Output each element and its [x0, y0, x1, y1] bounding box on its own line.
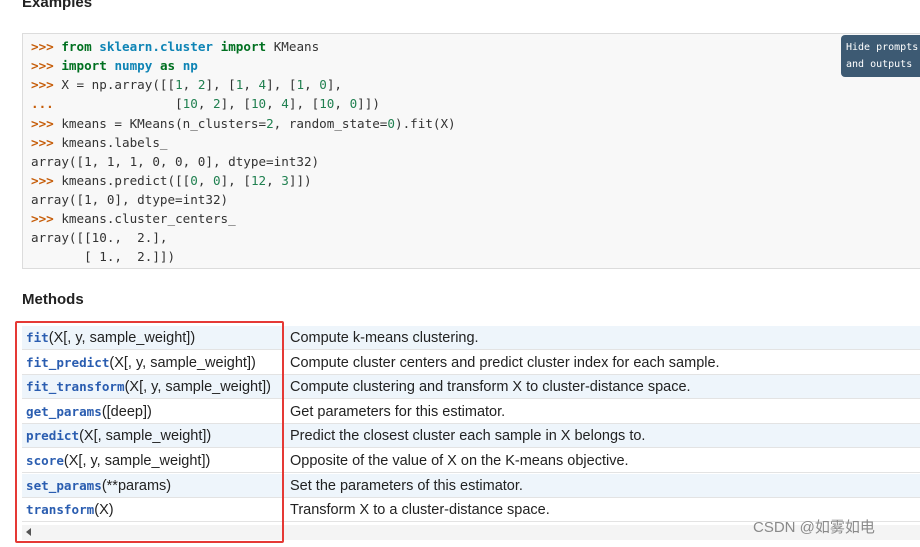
table-row: fit_transform(X[, y, sample_weight]) Com…: [22, 375, 920, 400]
code-output-line: array([[10., 2.],: [31, 230, 168, 245]
table-row: fit(X[, y, sample_weight]) Compute k-mea…: [22, 326, 920, 350]
method-description: Compute clustering and transform X to cl…: [290, 379, 691, 396]
code-line: >>> import numpy as np: [31, 58, 198, 73]
code-output-line: [ 1., 2.]]): [31, 249, 176, 264]
table-row: score(X[, y, sample_weight]) Opposite of…: [22, 449, 920, 473]
method-link[interactable]: set_params: [26, 478, 102, 493]
method-signature-cell: set_params(**params): [22, 473, 284, 498]
method-description: Compute k-means clustering.: [290, 330, 479, 346]
table-row: fit_predict(X[, y, sample_weight]) Compu…: [22, 350, 920, 375]
method-link[interactable]: fit_transform: [26, 379, 125, 394]
method-signature-cell: fit_transform(X[, y, sample_weight]): [22, 375, 284, 400]
method-params: (X[, y, sample_weight]): [63, 453, 211, 469]
method-link[interactable]: score: [26, 453, 64, 468]
hide-prompts-button[interactable]: Hide prompts and outputs: [841, 35, 920, 77]
method-link[interactable]: get_params: [26, 404, 102, 419]
method-signature-cell: predict(X[, sample_weight]): [22, 424, 284, 449]
code-output-line: array([1, 0], dtype=int32): [31, 192, 229, 207]
method-link[interactable]: transform: [26, 502, 94, 517]
method-description: Set the parameters of this estimator.: [290, 477, 523, 494]
code-line: >>> kmeans.labels_: [31, 135, 168, 150]
code-line: >>> kmeans.predict([[0, 0], [12, 3]]): [31, 173, 312, 188]
code-line: >>> X = np.array([[1, 2], [1, 4], [1, 0]…: [31, 77, 343, 92]
method-description: Predict the closest cluster each sample …: [290, 428, 646, 445]
method-params: (X[, y, sample_weight]): [109, 354, 256, 371]
method-link[interactable]: predict: [26, 428, 79, 443]
method-description: Compute cluster centers and predict clus…: [290, 354, 720, 371]
code-output-line: array([1, 1, 1, 0, 0, 0], dtype=int32): [31, 154, 320, 169]
method-signature-cell: get_params([deep]): [22, 399, 284, 424]
method-signature-cell: score(X[, y, sample_weight]): [22, 449, 284, 473]
method-params: (X): [94, 502, 114, 519]
methods-heading: Methods: [22, 291, 84, 308]
code-line: ... [10, 2], [10, 4], [10, 0]]): [31, 96, 380, 111]
method-params: (**params): [101, 477, 172, 494]
method-params: (X[, y, sample_weight]): [124, 379, 271, 396]
code-example-block: >>> from sklearn.cluster import KMeans >…: [22, 33, 920, 269]
method-description: Get parameters for this estimator.: [290, 403, 506, 420]
code-line: >>> from sklearn.cluster import KMeans: [31, 39, 320, 54]
method-params: ([deep]): [101, 403, 152, 420]
method-description: Transform X to a cluster-distance space.: [290, 502, 550, 519]
code-line: >>> kmeans = KMeans(n_clusters=2, random…: [31, 116, 456, 131]
method-link[interactable]: fit_predict: [26, 355, 109, 370]
table-row: predict(X[, sample_weight]) Predict the …: [22, 424, 920, 449]
method-params: (X[, y, sample_weight]): [48, 330, 196, 346]
method-signature-cell: fit(X[, y, sample_weight]): [22, 326, 284, 350]
method-description: Opposite of the value of X on the K-mean…: [290, 453, 629, 469]
method-params: (X[, sample_weight]): [79, 428, 212, 445]
method-signature-cell: transform(X): [22, 498, 284, 523]
examples-heading: Examples: [22, 0, 93, 11]
table-row: set_params(**params) Set the parameters …: [22, 473, 920, 498]
scroll-left-arrow-icon[interactable]: [26, 528, 31, 536]
code-line: >>> kmeans.cluster_centers_: [31, 211, 236, 226]
method-signature-cell: fit_predict(X[, y, sample_weight]): [22, 350, 284, 375]
method-link[interactable]: fit: [26, 330, 49, 345]
watermark: CSDN @如雾如电: [753, 519, 875, 536]
table-row: get_params([deep]) Get parameters for th…: [22, 399, 920, 424]
